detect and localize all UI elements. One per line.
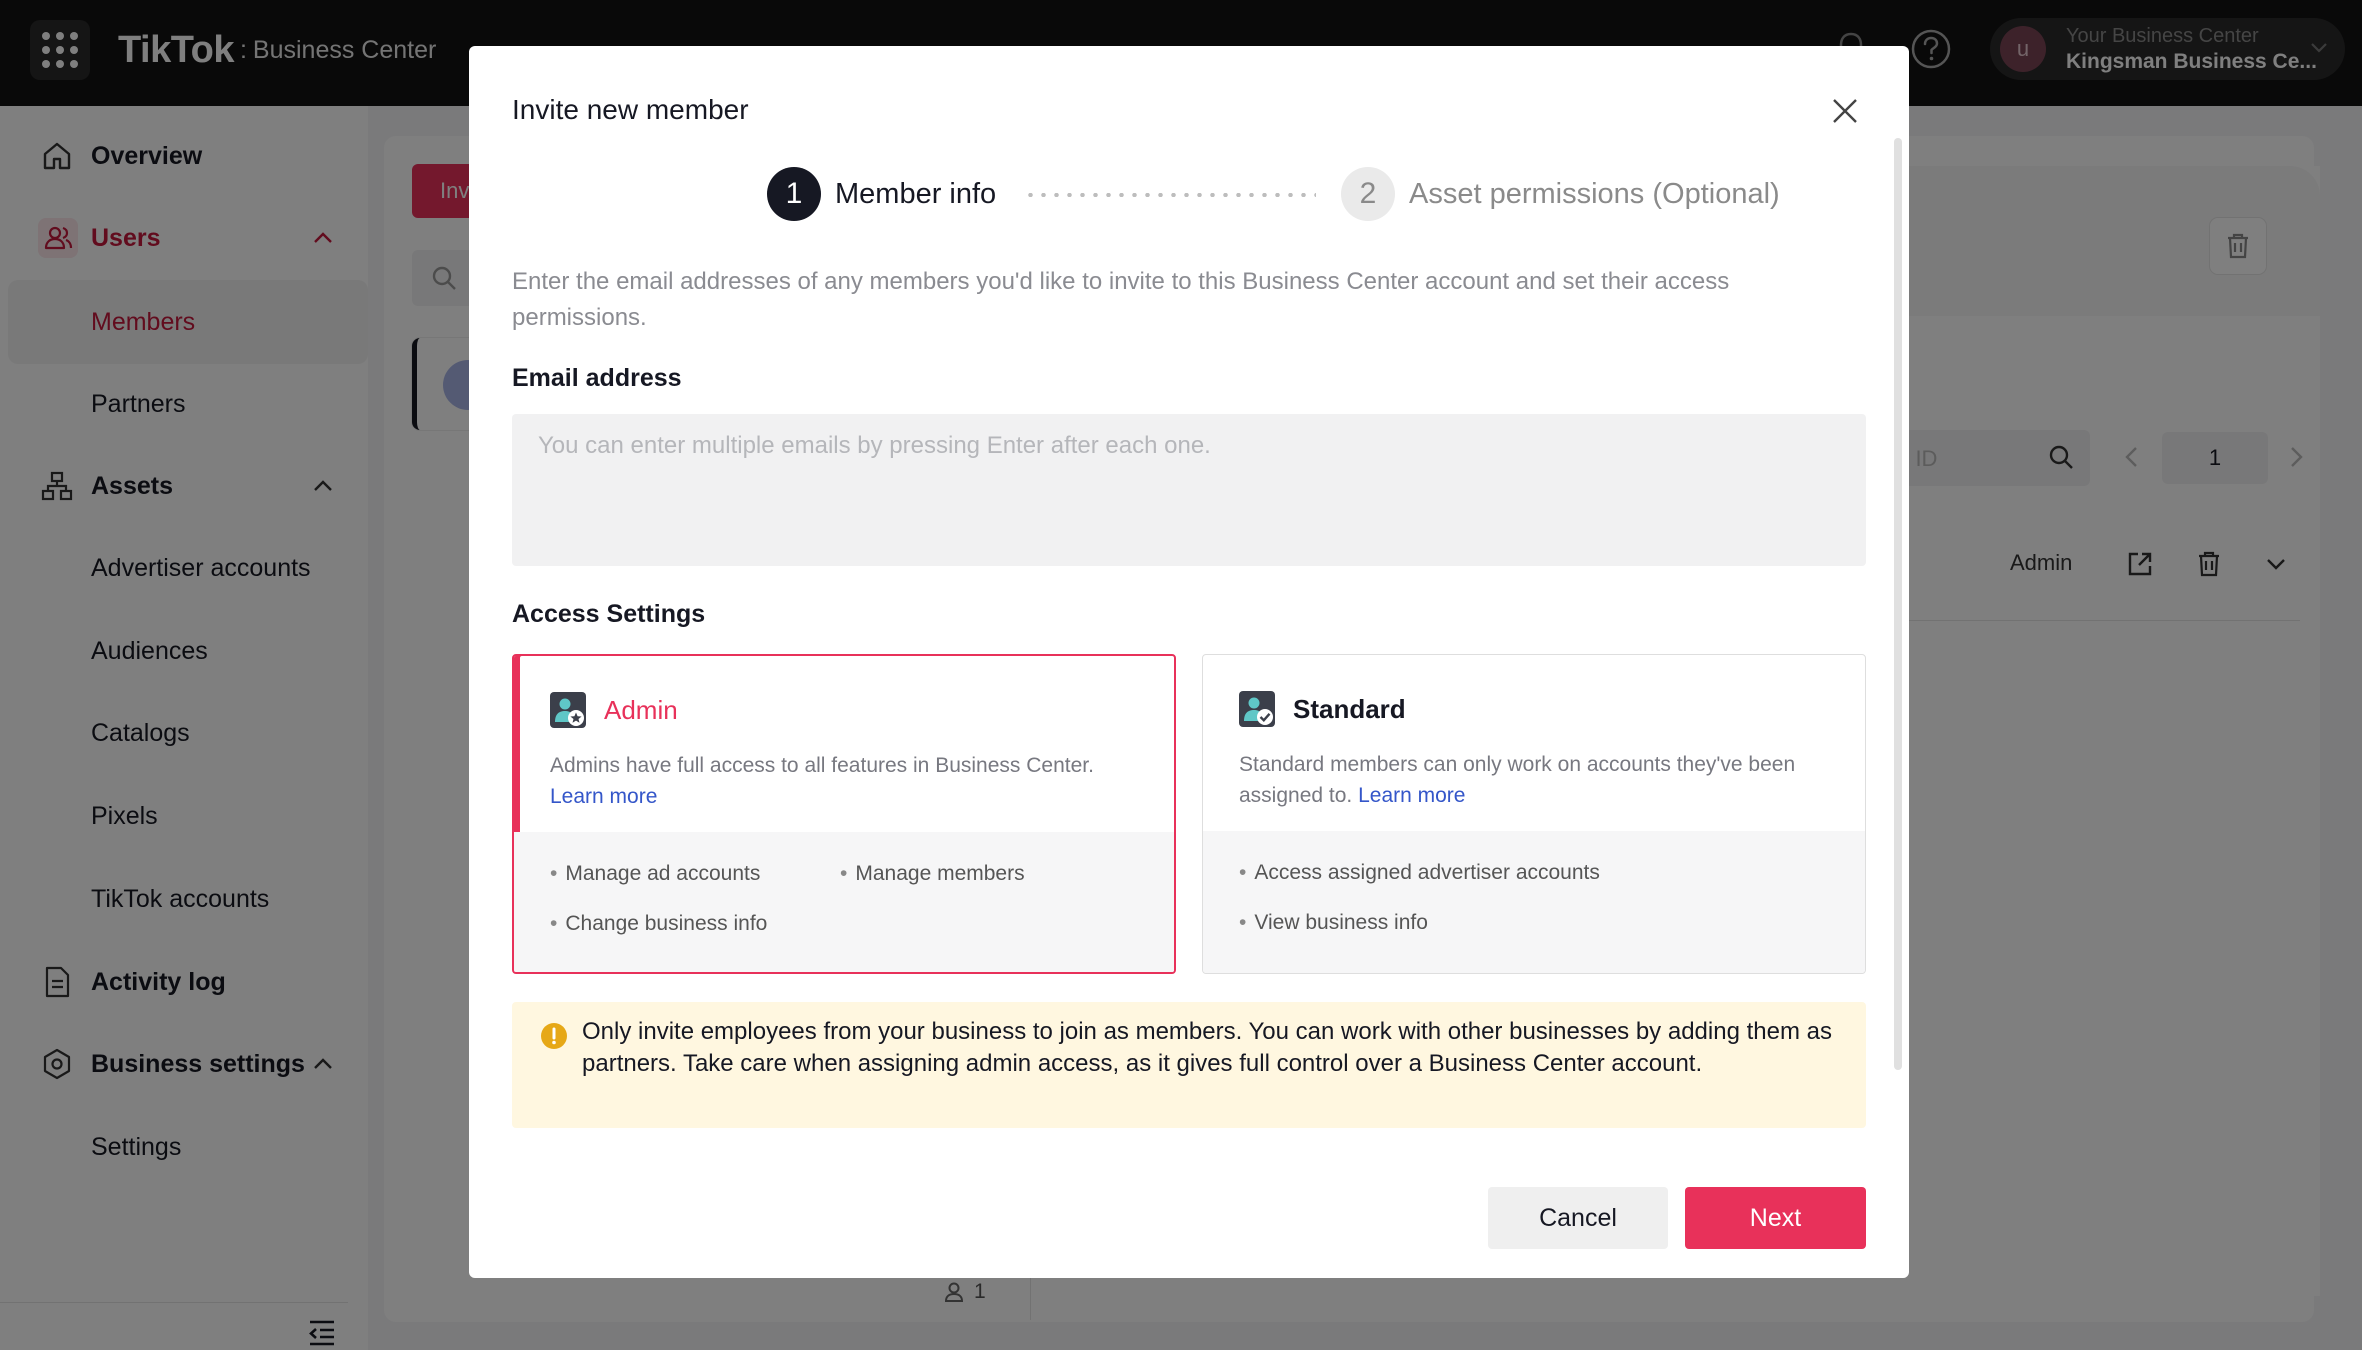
role-option-admin[interactable]: Admin Admins have full access to all fea… [512, 654, 1176, 974]
scrollbar-thumb[interactable] [1894, 138, 1902, 1070]
step-number: 2 [1341, 167, 1395, 221]
admin-role-icon [550, 692, 586, 728]
dialog-description: Enter the email addresses of any members… [512, 268, 1730, 331]
access-settings-label: Access Settings [512, 600, 706, 628]
step-member-info: 1 Member info [767, 167, 996, 221]
permission-item: View business info [1239, 911, 1428, 935]
role-description: Standard members can only work on accoun… [1239, 749, 1839, 811]
learn-more-link[interactable]: Learn more [550, 785, 657, 808]
close-button[interactable] [1826, 92, 1864, 130]
step-label: Member info [835, 177, 997, 210]
role-permissions: Manage ad accounts Manage members Change… [514, 832, 1174, 972]
role-name: Admin [604, 694, 678, 725]
email-input[interactable] [512, 414, 1866, 566]
permission-item: Manage ad accounts [550, 862, 760, 886]
dialog-title: Invite new member [512, 94, 749, 125]
cancel-button[interactable]: Cancel [1488, 1187, 1668, 1249]
step-connector [1024, 193, 1316, 197]
standard-role-icon [1239, 691, 1275, 727]
warning-notice: Only invite employees from your business… [512, 1002, 1866, 1128]
role-description: Admins have full access to all features … [550, 750, 1150, 812]
permission-item: Change business info [550, 912, 767, 936]
role-description-text: Standard members can only work on accoun… [1239, 753, 1796, 807]
next-button[interactable]: Next [1685, 1187, 1866, 1249]
email-label: Email address [512, 364, 682, 392]
learn-more-link[interactable]: Learn more [1358, 784, 1465, 807]
role-option-standard[interactable]: Standard Standard members can only work … [1202, 654, 1866, 974]
step-number: 1 [767, 167, 821, 221]
warning-icon [541, 1023, 567, 1049]
step-label: Asset permissions (Optional) [1409, 177, 1780, 210]
role-name: Standard [1293, 693, 1406, 724]
notice-text: Only invite employees from your business… [582, 1018, 1832, 1077]
close-icon [1833, 99, 1857, 123]
role-description-text: Admins have full access to all features … [550, 754, 1094, 777]
step-asset-permissions: 2 Asset permissions (Optional) [1341, 167, 1780, 221]
permission-item: Manage members [840, 862, 1024, 886]
permission-item: Access assigned advertiser accounts [1239, 861, 1600, 885]
role-permissions: Access assigned advertiser accounts View… [1203, 831, 1865, 973]
invite-member-dialog: Invite new member 1 Member info 2 Asset … [469, 46, 1909, 1278]
